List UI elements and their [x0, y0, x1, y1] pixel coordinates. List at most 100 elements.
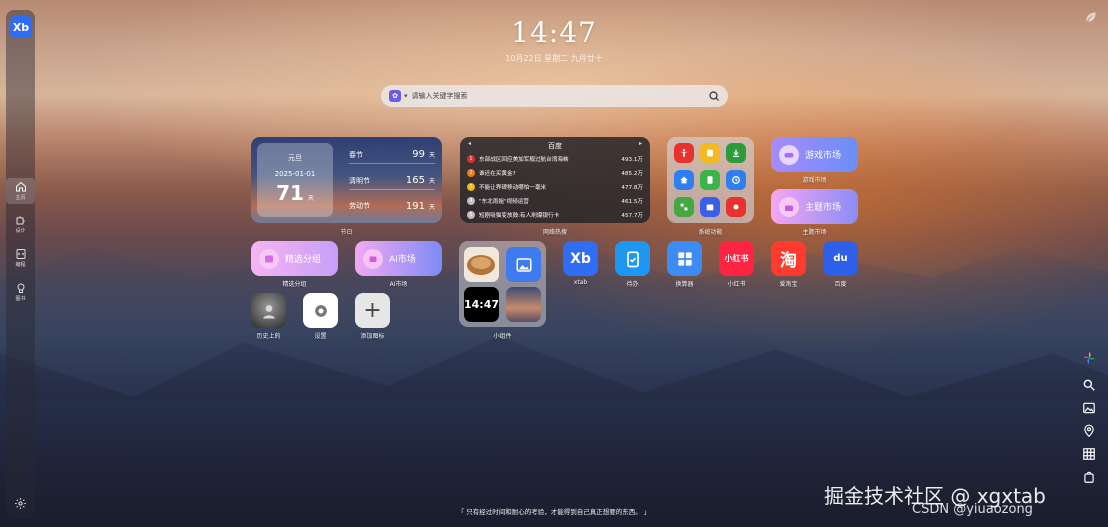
app-label: 百度 — [834, 281, 847, 288]
hot-item[interactable]: 5 短剧吸猫变放鼓:有人刷爆银行卡 457.7万 — [467, 209, 643, 220]
hot-heat: 457.7万 — [621, 212, 643, 219]
taobao-app[interactable]: 淘 — [771, 241, 806, 276]
folder-icon — [259, 248, 279, 269]
app-label: 换算器 — [675, 281, 694, 288]
ai-market-button[interactable]: AI市场 — [355, 241, 442, 276]
puzzle-icon — [16, 216, 24, 225]
festival-main-name: 元旦 — [288, 154, 302, 162]
market-label: 主题市场 — [805, 203, 842, 213]
hot-search-widget[interactable]: ◂ 百度 ▸ 1 东部战区回应美加军舰过航台湾海峡 493.1万 2 谁还在买黄金? 4… — [460, 137, 650, 223]
history-today-app[interactable] — [251, 293, 286, 328]
rank-badge: 5 — [467, 210, 475, 219]
widgets-caption: 小组件 — [493, 333, 512, 340]
hot-heat: 493.1万 — [621, 156, 643, 163]
rank-badge: 3 — [467, 182, 475, 191]
market-caption: 游戏市场 — [802, 177, 827, 184]
paw-icon[interactable]: ✿ — [389, 90, 401, 102]
hot-text: 谁还在买黄金? — [479, 170, 516, 177]
system-functions-widget[interactable] — [667, 137, 754, 223]
settings-app[interactable] — [303, 293, 338, 328]
image-icon[interactable] — [1082, 401, 1096, 415]
app-label: 添加图标 — [360, 333, 385, 340]
hot-item[interactable]: 2 谁还在买黄金? 485.2万 — [467, 167, 643, 178]
sidebar-item-label: 编程 — [15, 262, 26, 268]
system-caption: 系统功能 — [698, 229, 723, 236]
game-market-button[interactable]: 游戏市场 — [771, 137, 858, 172]
download-icon[interactable] — [726, 143, 746, 163]
clock-date: 10月22日 星期二 九月廿十 — [505, 54, 603, 63]
festival-widget[interactable]: 元旦 2025-01-01 71 天 春节 99 天 清明节 165 天 劳动节 191 天 — [251, 137, 442, 223]
image-icon[interactable] — [506, 247, 541, 282]
festival-days: 99 — [412, 149, 425, 160]
clock-icon[interactable] — [726, 170, 746, 190]
market-caption: 精选分组 — [282, 281, 307, 288]
app-label: xtab — [573, 279, 588, 286]
clock-widget[interactable]: 14:47 — [464, 287, 499, 322]
watermark-sub: CSDN @yiuaozong — [912, 502, 1033, 517]
festival-unit: 天 — [428, 203, 435, 211]
hot-search-caption: 网络热搜 — [542, 229, 567, 236]
calculator-icon — [677, 251, 692, 266]
chevron-down-icon[interactable]: ▾ — [404, 92, 408, 100]
search-input[interactable] — [411, 92, 708, 100]
record-icon[interactable] — [726, 197, 746, 217]
market-label: AI市场 — [389, 255, 416, 265]
festival-main: 元旦 2025-01-01 71 天 — [257, 143, 333, 217]
xtab-app[interactable]: Xb — [563, 241, 598, 276]
pinwheel-icon[interactable] — [1082, 351, 1096, 365]
converter-app[interactable] — [667, 241, 702, 276]
hot-heat: 477.8万 — [621, 184, 643, 191]
mini-widgets-group[interactable]: 14:47 — [459, 241, 546, 327]
code-icon — [16, 249, 25, 259]
app-label: 小红书 — [727, 281, 746, 288]
app-label: 历史上的 — [256, 333, 281, 340]
hot-text: 不能让界碑移动哪怕一毫米 — [479, 184, 547, 191]
portrait-icon — [262, 304, 275, 318]
theme-market-button[interactable]: 主题市场 — [771, 189, 858, 224]
gamepad-icon — [779, 144, 799, 165]
next-arrow[interactable]: ▸ — [639, 140, 642, 147]
search-icon[interactable] — [1082, 378, 1096, 392]
rank-badge: 4 — [467, 196, 475, 205]
festival-row: 劳动节 191 天 — [349, 197, 435, 215]
sidebar-item-label: 图书 — [15, 296, 26, 302]
notes-icon[interactable] — [700, 143, 720, 163]
hot-text: 东部战区回应美加军舰过航台湾海峡 — [479, 156, 569, 163]
market-caption: AI市场 — [389, 281, 408, 288]
todo-app[interactable] — [615, 241, 650, 276]
festival-row: 清明节 165 天 — [349, 172, 435, 190]
add-icon-button[interactable]: + — [355, 293, 390, 328]
hot-text: 短剧吸猫变放鼓:有人刷爆银行卡 — [479, 212, 560, 219]
xiaohongshu-app[interactable]: 小红书 — [719, 241, 754, 276]
bag-icon[interactable] — [1082, 470, 1096, 484]
days-count: 71 — [276, 181, 304, 205]
featured-group-button[interactable]: 精选分组 — [251, 241, 338, 276]
sidebar-item-design[interactable]: 设计 — [6, 214, 35, 234]
search-bar: ✿ ▾ — [381, 85, 728, 107]
hot-item[interactable]: 1 东部战区回应美加军舰过航台湾海峡 493.1万 — [467, 153, 643, 164]
grid-icon[interactable] — [674, 197, 694, 217]
food-thumbnail[interactable] — [464, 247, 499, 282]
sidebar-item-home[interactable]: 主页 — [6, 178, 35, 204]
search-icon[interactable] — [708, 90, 720, 102]
sidebar-item-books[interactable]: 图书 — [6, 282, 35, 302]
market-label: 精选分组 — [285, 255, 322, 265]
baidu-app[interactable]: du — [823, 241, 858, 276]
sidebar-item-label: 主页 — [15, 195, 26, 201]
festival-row: 春节 99 天 — [349, 146, 435, 164]
document-icon[interactable] — [700, 170, 720, 190]
accessibility-icon[interactable] — [674, 143, 694, 163]
app-label: 爱淘宝 — [779, 281, 798, 288]
hot-item[interactable]: 3 不能让界碑移动哪怕一毫米 477.8万 — [467, 181, 643, 192]
app-label: 设置 — [314, 333, 327, 340]
home-icon — [15, 181, 26, 192]
robot-icon — [363, 248, 383, 269]
home-icon[interactable] — [674, 170, 694, 190]
calendar-icon[interactable] — [700, 197, 720, 217]
hot-item[interactable]: 4 "东北雨姐"视频运营 461.5万 — [467, 195, 643, 206]
location-icon[interactable] — [1082, 424, 1096, 438]
wallpaper-thumbnail[interactable] — [506, 287, 541, 322]
sidebar-item-code[interactable]: 编程 — [6, 248, 35, 268]
grid-icon[interactable] — [1082, 447, 1096, 461]
hot-search-title: 百度 — [548, 142, 562, 150]
